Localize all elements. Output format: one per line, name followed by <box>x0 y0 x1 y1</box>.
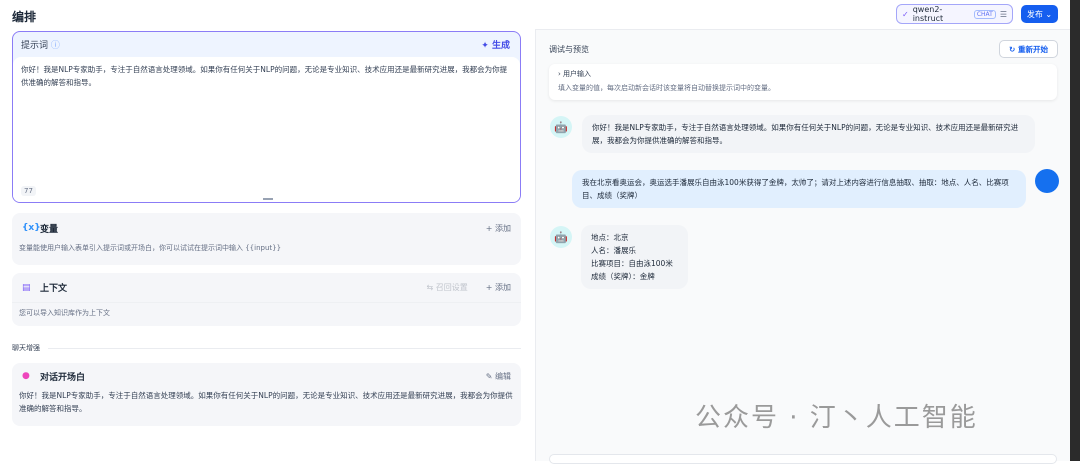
chevron-down-icon: ⌄ <box>1045 9 1053 19</box>
section-label: 聊天增强 <box>12 343 521 353</box>
refresh-icon: ↻ <box>1009 44 1016 54</box>
user-input-label: 用户输入 <box>563 70 592 78</box>
context-card: ▤ 上下文 ⇆ 召回设置 + 添加 您可以导入知识库作为上下文 <box>12 273 521 326</box>
recall-label: 召回设置 <box>435 283 468 292</box>
sliders-icon: ☰ <box>999 9 1007 19</box>
variables-card: {x} 变量 + 添加 变量能使用户输入表单引入提示词或开场白，你可以试试在提示词… <box>12 213 521 265</box>
char-count: 77 <box>21 186 36 196</box>
context-label: 上下文 <box>40 284 68 294</box>
recall-settings-button[interactable]: ⇆ 召回设置 <box>427 282 468 293</box>
message-line: 成绩（奖牌）：金牌 <box>591 272 655 281</box>
prompt-label: 提示词 <box>21 41 49 51</box>
chat-input[interactable] <box>549 454 1057 464</box>
edit-label: 编辑 <box>495 371 511 381</box>
variables-desc: 变量能使用户输入表单引入提示词或开场白，你可以试试在提示词中输入 {{input… <box>19 244 282 252</box>
variable-icon: {x} <box>22 223 41 233</box>
window-edge <box>1070 0 1080 461</box>
add-variable-button[interactable]: + 添加 <box>486 223 511 234</box>
user-message: 我在北京看奥运会，奥运选手潘展乐自由泳100米获得了金牌，太帅了；请对上述内容进… <box>572 170 1026 208</box>
user-input-desc: 填入变量的值，每次启动新会话时该变量将自动替换提示词中的变量。 <box>558 84 775 92</box>
message-line: 人名：潘展乐 <box>591 246 636 255</box>
opener-text: 你好！我是NLP专家助手，专注于自然语言处理领域。如果你有任何关于NLP的问题，… <box>19 391 513 413</box>
bot-avatar: 🤖 <box>550 116 572 138</box>
restart-button[interactable]: ↻ 重新开始 <box>999 40 1058 58</box>
bot-message: 你好！我是NLP专家助手，专注于自然语言处理领域。如果你有任何关于NLP的问题，… <box>582 115 1035 153</box>
publish-label: 发布 <box>1026 9 1043 19</box>
prompt-editor[interactable]: 提示词 ⓘ ✦ 生成 你好！我是NLP专家助手，专注于自然语言处理领域。如果你有… <box>12 31 521 203</box>
resize-handle[interactable] <box>263 198 273 200</box>
model-logo-icon: ✓ <box>902 9 909 19</box>
chevron-icon: › <box>558 70 561 78</box>
watermark: 公众号 · 汀丶人工智能 <box>695 403 978 433</box>
prompt-textarea[interactable]: 你好！我是NLP专家助手，专注于自然语言处理领域。如果你有任何关于NLP的问题，… <box>13 57 520 202</box>
user-input-panel[interactable]: › 用户输入 填入变量的值，每次启动新会话时该变量将自动替换提示词中的变量。 <box>549 64 1057 100</box>
variables-label: 变量 <box>40 224 59 235</box>
bot-avatar: 🤖 <box>550 226 572 248</box>
model-selector[interactable]: ✓ qwen2-instruct CHAT ☰ <box>896 4 1013 24</box>
pencil-icon: ✎ <box>485 371 493 381</box>
generate-button[interactable]: ✦ 生成 <box>481 38 510 51</box>
restart-label: 重新开始 <box>1017 44 1048 54</box>
edit-opener-button[interactable]: ✎ 编辑 <box>486 371 511 382</box>
chat-bubble-icon: ● <box>22 371 30 381</box>
add-context-button[interactable]: + 添加 <box>486 282 511 293</box>
message-line: 比赛项目：自由泳100米 <box>591 259 673 268</box>
document-icon: ▤ <box>22 282 31 293</box>
bot-message: 地点：北京 人名：潘展乐 比赛项目：自由泳100米 成绩（奖牌）：金牌 <box>581 225 688 289</box>
page-title: 编排 <box>12 10 37 24</box>
sparkle-icon: ✦ <box>481 41 489 51</box>
add-label: 添加 <box>495 223 511 233</box>
model-badge: CHAT <box>973 9 996 19</box>
opener-label: 对话开场白 <box>40 372 86 383</box>
message-line: 地点：北京 <box>591 233 629 242</box>
orchestration-panel: 编排 提示词 ⓘ ✦ 生成 你好！我是NLP专家助手，专注于自然语言处理领域。如… <box>0 0 535 461</box>
debug-title: 调试与预览 <box>549 45 589 54</box>
model-name: qwen2-instruct <box>912 5 944 23</box>
generate-label: 生成 <box>491 41 510 51</box>
user-avatar <box>1035 169 1059 193</box>
help-icon: ⓘ <box>50 41 60 51</box>
add-label: 添加 <box>495 283 511 292</box>
context-desc: 您可以导入知识库作为上下文 <box>19 309 110 317</box>
publish-button[interactable]: 发布 ⌄ <box>1021 5 1058 23</box>
opener-card: ● 对话开场白 ✎ 编辑 你好！我是NLP专家助手，专注于自然语言处理领域。如果你… <box>12 363 521 426</box>
